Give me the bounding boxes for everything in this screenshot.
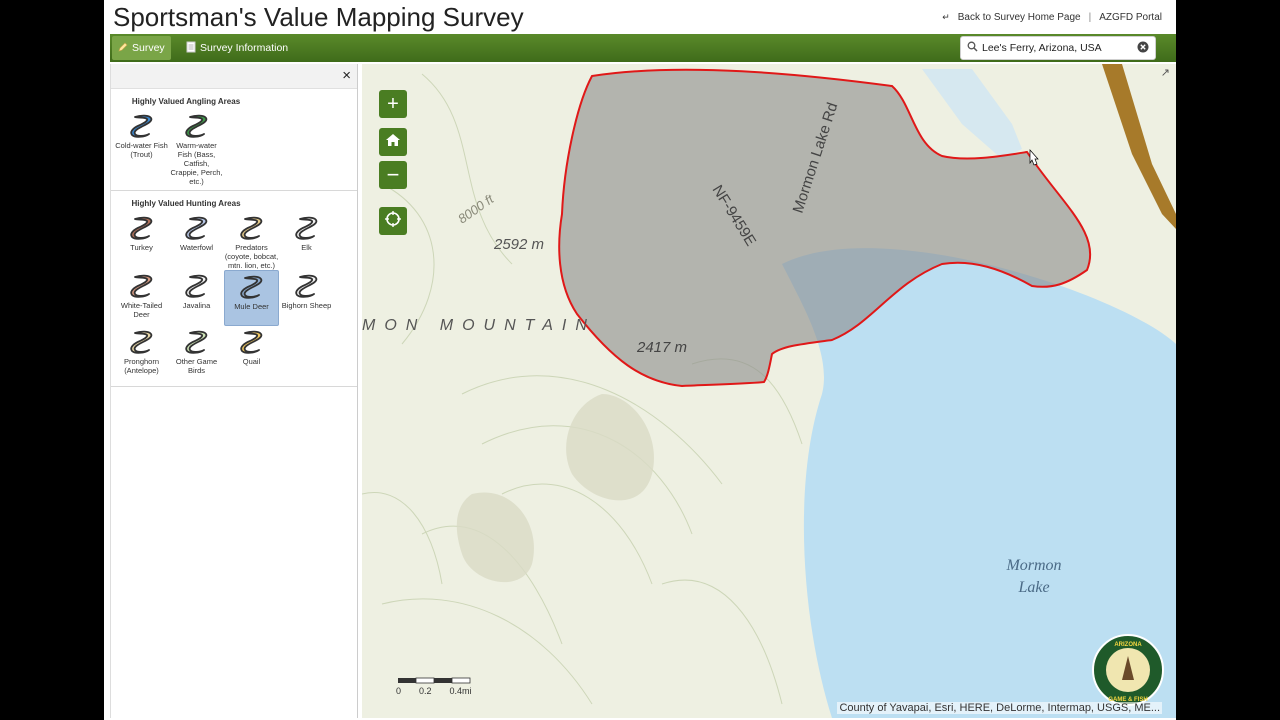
category-item[interactable]: Turkey [114, 212, 169, 270]
nav-bar: Survey Survey Information [110, 34, 1176, 62]
drawing-tool-icon [129, 114, 152, 138]
lake-label: Mormon [1005, 557, 1061, 574]
drawing-tool-icon [129, 216, 152, 240]
category-item[interactable]: Mule Deer [224, 270, 279, 326]
azgfd-logo: ARIZONA GAME & FISH [1092, 634, 1164, 706]
survey-panel: × Highly Valued Angling Areas Cold-water … [110, 64, 358, 718]
category-label: Mule Deer [234, 302, 269, 311]
drawing-tool-icon [129, 274, 152, 298]
category-label: Other Game Birds [175, 357, 218, 375]
tab-survey-label: Survey [132, 42, 165, 54]
home-icon [385, 133, 401, 152]
category-item[interactable]: Predators (coyote, bobcat, mtn. lion, et… [224, 212, 279, 270]
scale-tick: 0.4mi [449, 686, 472, 696]
category-label: White-Tailed Deer [120, 301, 163, 319]
category-item[interactable]: Bighorn Sheep [279, 270, 334, 326]
panel-header: × [111, 64, 357, 89]
azgfd-portal-link[interactable]: AZGFD Portal [1099, 12, 1162, 23]
clear-icon[interactable] [1137, 41, 1149, 56]
drawing-tool-icon [184, 114, 207, 138]
category-item[interactable]: Waterfowl [169, 212, 224, 270]
category-label: Elk [301, 243, 312, 252]
document-icon [186, 41, 196, 56]
drawing-tool-icon [294, 274, 317, 298]
zoom-in-button[interactable]: + [379, 90, 407, 118]
lake-label: Lake [1017, 579, 1049, 596]
panel-sections: Highly Valued Angling Areas Cold-water Fi… [111, 97, 357, 387]
category-item[interactable]: Cold-water Fish (Trout) [114, 110, 169, 186]
drawing-tool-icon [184, 216, 207, 240]
category-item[interactable]: Quail [224, 326, 279, 382]
category-label: Turkey [130, 243, 153, 252]
category-item[interactable]: Elk [279, 212, 334, 270]
category-grid: Cold-water Fish (Trout) Warm-water Fish (… [111, 108, 357, 191]
scale-tick: 0 [396, 686, 402, 696]
drawing-tool-icon [239, 330, 262, 354]
pencil-icon [118, 42, 128, 55]
category-label: Bighorn Sheep [281, 301, 332, 310]
back-icon: ↵ [942, 12, 950, 22]
category-label: Predators (coyote, bobcat, mtn. lion, et… [224, 243, 279, 270]
category-item[interactable]: White-Tailed Deer [114, 270, 169, 326]
category-item[interactable]: Warm-water Fish (Bass, Catfish, Crappie,… [169, 110, 224, 186]
drawing-tool-icon [294, 216, 317, 240]
section-title: Highly Valued Hunting Areas [131, 199, 241, 208]
category-item[interactable]: Other Game Birds [169, 326, 224, 382]
page: Sportsman's Value Mapping Survey ↵ Back … [104, 0, 1176, 720]
category-label: Quail [242, 357, 261, 366]
zoom-out-button[interactable]: − [379, 161, 407, 189]
drawing-tool-icon [184, 330, 207, 354]
drawing-tool-icon [239, 216, 262, 240]
page-title: Sportsman's Value Mapping Survey [113, 2, 524, 32]
drawing-tool-icon [239, 275, 262, 299]
section-title: Highly Valued Angling Areas [131, 97, 241, 106]
elevation-label: 2417 m [636, 339, 687, 356]
back-to-home-link[interactable]: Back to Survey Home Page [958, 12, 1081, 23]
link-separator: | [1088, 12, 1092, 23]
header-links: ↵ Back to Survey Home Page | AZGFD Porta… [942, 12, 1162, 23]
map-attribution: County of Yavapai, Esri, HERE, DeLorme, … [837, 702, 1162, 714]
category-item[interactable]: Javalina [169, 270, 224, 326]
category-item[interactable]: Pronghorn (Antelope) [114, 326, 169, 382]
drawing-tool-icon [184, 274, 207, 298]
elevation-label: 2592 m [493, 236, 544, 253]
locate-icon [384, 210, 402, 233]
category-label: Pronghorn (Antelope) [123, 357, 160, 375]
tab-survey-information-label: Survey Information [200, 42, 289, 54]
scale-bar-graphic [398, 677, 471, 684]
minus-icon: − [386, 162, 400, 187]
home-button[interactable] [379, 128, 407, 156]
plus-icon: + [387, 93, 399, 115]
category-grid: Turkey Waterfowl Predators (coyote, bobcat… [111, 210, 357, 387]
scale-tick: 0.2 [419, 686, 432, 696]
category-label: Javalina [182, 301, 211, 310]
category-label: Warm-water Fish (Bass, Catfish, Crappie,… [170, 141, 223, 186]
location-search [960, 36, 1156, 60]
search-input[interactable] [982, 42, 1122, 54]
logo-text: ARIZONA [1114, 642, 1142, 648]
tab-survey[interactable]: Survey [112, 36, 171, 60]
close-panel-button[interactable]: × [342, 67, 351, 84]
locate-button[interactable] [379, 207, 407, 235]
search-icon [967, 41, 978, 55]
basemap: 8000 ft 2592 m 2417 m MON MOUNTAIN NF-94… [362, 64, 1176, 718]
drawing-tool-icon [129, 330, 152, 354]
tab-survey-information[interactable]: Survey Information [180, 36, 294, 60]
category-label: Waterfowl [179, 243, 214, 252]
mountain-label: MON MOUNTAIN [362, 317, 596, 334]
map-view[interactable]: 8000 ft 2592 m 2417 m MON MOUNTAIN NF-94… [362, 64, 1176, 718]
scale-bar: 0 0.2 0.4mi [396, 677, 474, 696]
expand-icon[interactable]: ↗ [1161, 66, 1170, 79]
category-label: Cold-water Fish (Trout) [115, 141, 168, 159]
